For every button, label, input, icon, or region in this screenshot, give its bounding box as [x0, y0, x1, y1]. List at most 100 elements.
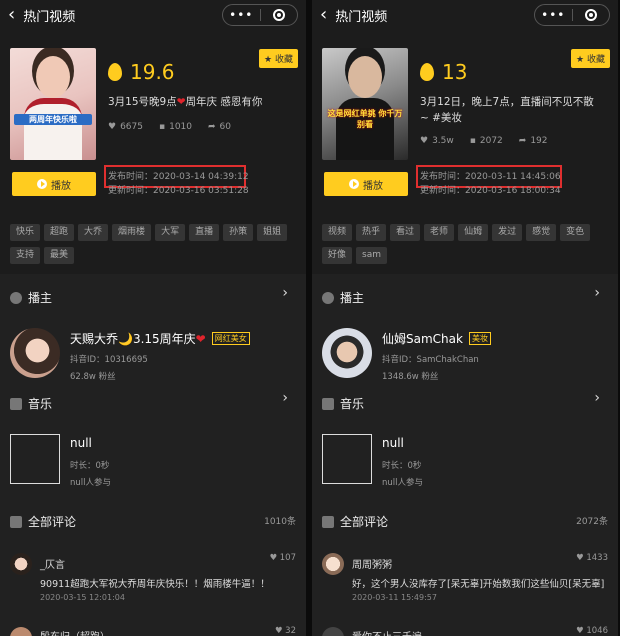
- tag[interactable]: 仙姆: [458, 224, 489, 241]
- play-label: 播放: [363, 180, 383, 192]
- music-section-label: 音乐: [340, 397, 365, 411]
- play-button[interactable]: 播放: [324, 172, 408, 196]
- anchor-avatar[interactable]: [322, 328, 372, 378]
- play-icon: [37, 179, 47, 189]
- commenter-name: 周周粥粥: [352, 560, 392, 571]
- like-stat: ♥ 6675: [108, 122, 143, 132]
- video-thumbnail[interactable]: 两周年快乐啦: [10, 48, 96, 160]
- music-section-label: 音乐: [28, 397, 53, 411]
- music-participants: null人参与: [70, 478, 111, 488]
- thumbnail-figure-head: [36, 56, 70, 98]
- thumbnail-figure-head: [348, 56, 382, 98]
- anchor-avatar[interactable]: [10, 328, 60, 378]
- more-menu-icon[interactable]: •••: [535, 8, 572, 22]
- comment-like-count: 1433: [586, 553, 608, 563]
- tag-list: 视频 热乎 看过 老师 仙姆 发过 感觉 变色 好像 sam: [322, 224, 608, 264]
- nav-title: 热门视频: [335, 9, 388, 25]
- tag[interactable]: 变色: [560, 224, 591, 241]
- comment-like-count: 32: [285, 626, 296, 636]
- share-arrow-icon: ➦: [208, 122, 216, 132]
- play-icon: [349, 179, 359, 189]
- commenter-avatar[interactable]: [10, 553, 32, 575]
- comment-count: 2072: [479, 136, 503, 146]
- back-arrow-icon[interactable]: ‹: [8, 6, 15, 24]
- tag[interactable]: 直播: [189, 224, 220, 241]
- music-participants: null人参与: [382, 478, 423, 488]
- tag[interactable]: 孙策: [223, 224, 254, 241]
- anchor-id: 抖音ID：SamChakChan: [382, 355, 479, 365]
- video-title: 3月15号晚9点❤周年庆 感恩有你: [108, 94, 288, 110]
- music-note-icon: [10, 397, 22, 410]
- anchor-name-row[interactable]: 仙姆SamChak 美妆: [382, 330, 491, 347]
- comment-stat: ▪ 2072: [470, 136, 503, 146]
- comment-date: 2020-03-11 15:49:57: [352, 593, 437, 602]
- thumbnail-caption: 两周年快乐啦: [14, 114, 92, 125]
- comment-icon: [10, 515, 22, 528]
- tag[interactable]: 感觉: [526, 224, 557, 241]
- like-count: 3.5w: [432, 136, 454, 146]
- video-title-text: 3月15号晚9点: [108, 96, 177, 108]
- anchor-section-header[interactable]: 播主: [322, 289, 364, 306]
- comment-likes: ♥ 1433: [576, 553, 608, 563]
- anchor-name-row[interactable]: 天赐大乔🌙3.15周年庆 ❤ 网红美女: [70, 330, 250, 347]
- hot-score: 13: [420, 60, 467, 84]
- tag[interactable]: 超跑: [44, 224, 75, 241]
- tag[interactable]: 好像: [322, 247, 353, 264]
- comment-date: 2020-03-15 12:01:04: [40, 593, 125, 602]
- commenter-avatar[interactable]: [322, 553, 344, 575]
- back-arrow-icon[interactable]: ‹: [320, 6, 327, 24]
- tag[interactable]: 老师: [424, 224, 455, 241]
- update-time: 更新时间：2020-03-16 18:00:34: [420, 186, 561, 196]
- tag[interactable]: sam: [356, 247, 387, 264]
- tag[interactable]: 视频: [322, 224, 353, 241]
- chevron-right-icon[interactable]: ›: [594, 285, 600, 301]
- tag[interactable]: 最美: [44, 247, 75, 264]
- share-count: 60: [219, 122, 231, 132]
- comment-bubble-icon: ▪: [469, 136, 476, 146]
- anchor-icon: [322, 291, 334, 304]
- chevron-right-icon[interactable]: ›: [282, 285, 288, 301]
- tag[interactable]: 大乔: [78, 224, 109, 241]
- like-stat: ♥ 3.5w: [420, 136, 454, 146]
- music-section-header[interactable]: 音乐: [322, 395, 364, 412]
- tag[interactable]: 姐姐: [257, 224, 288, 241]
- anchor-section-header[interactable]: 播主: [10, 289, 52, 306]
- more-menu-icon[interactable]: •••: [223, 8, 260, 22]
- anchor-fans: 62.8w 粉丝: [70, 372, 116, 382]
- nav-bar: ‹ 热门视频 •••: [0, 0, 306, 30]
- hot-score-value: 13: [442, 60, 468, 84]
- favorite-button[interactable]: ★ 收藏: [571, 49, 610, 68]
- share-stat: ➦ 192: [519, 136, 548, 146]
- tag[interactable]: 大军: [155, 224, 186, 241]
- mini-program-capsule: •••: [222, 4, 298, 26]
- play-button[interactable]: 播放: [12, 172, 96, 196]
- chevron-right-icon[interactable]: ›: [594, 390, 600, 406]
- tag[interactable]: 支持: [10, 247, 41, 264]
- video-stats: ♥ 3.5w ▪ 2072 ➦ 192: [420, 136, 548, 146]
- like-heart-icon: ♥: [108, 122, 117, 132]
- tag[interactable]: 烟雨楼: [112, 224, 152, 241]
- music-name: null: [382, 436, 404, 450]
- music-note-icon: [322, 397, 334, 410]
- video-thumbnail[interactable]: 这是网红单挑 你千万别看: [322, 48, 408, 160]
- tag[interactable]: 热乎: [356, 224, 387, 241]
- anchor-name: 天赐大乔🌙3.15周年庆: [70, 332, 196, 346]
- music-section-header[interactable]: 音乐: [10, 395, 52, 412]
- chevron-right-icon[interactable]: ›: [282, 390, 288, 406]
- music-cover[interactable]: [322, 434, 372, 484]
- tag[interactable]: 发过: [492, 224, 523, 241]
- favorite-button[interactable]: ★ 收藏: [259, 49, 298, 68]
- anchor-fans: 1348.6w 粉丝: [382, 372, 439, 382]
- close-mini-program-icon[interactable]: [573, 9, 610, 21]
- favorite-label: 收藏: [274, 55, 293, 65]
- commenter-name: 爱你不止三千遍: [352, 628, 422, 636]
- close-mini-program-icon[interactable]: [261, 9, 298, 21]
- mini-program-capsule: •••: [534, 4, 610, 26]
- music-cover[interactable]: [10, 434, 60, 484]
- tag[interactable]: 快乐: [10, 224, 41, 241]
- tag[interactable]: 看过: [390, 224, 421, 241]
- video-title-text: 3月12日，晚上7点，直播间不见不散~ #美妆: [420, 96, 594, 124]
- heart-icon: ❤: [195, 331, 206, 346]
- flame-icon: [108, 63, 122, 81]
- comment-count: 1010: [169, 122, 192, 132]
